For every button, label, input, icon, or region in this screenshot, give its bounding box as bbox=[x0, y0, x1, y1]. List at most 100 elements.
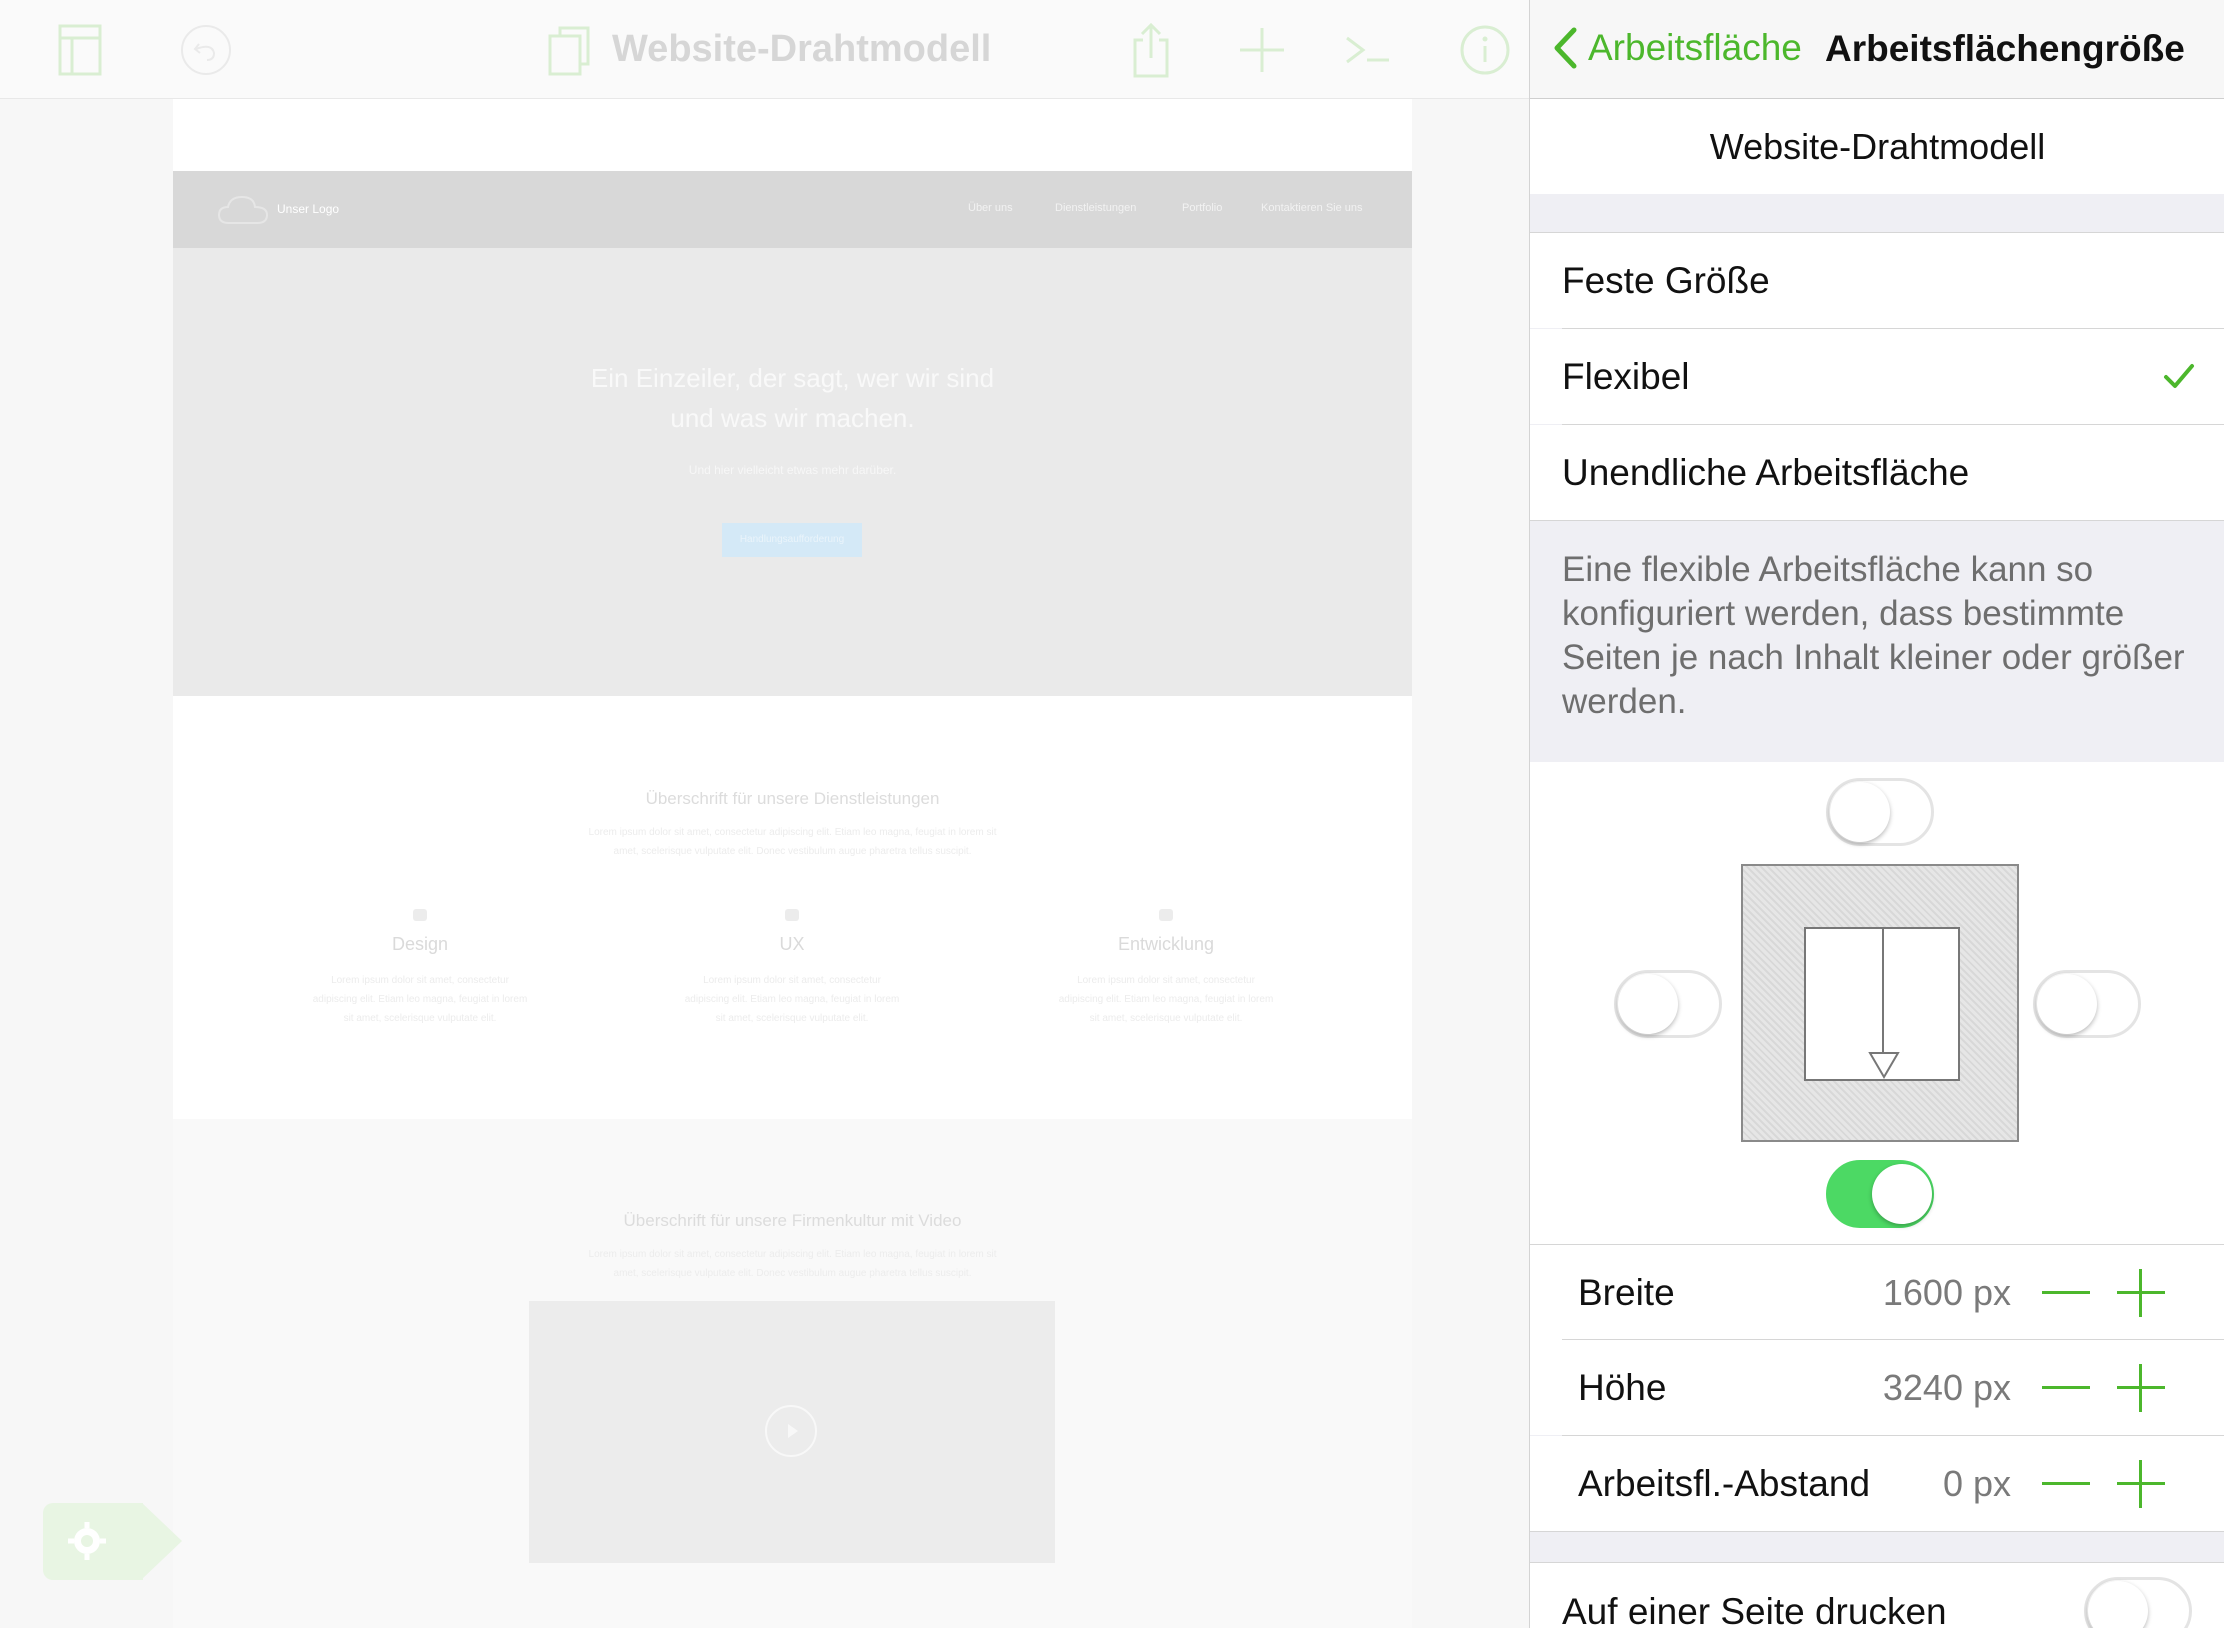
divider bbox=[1530, 1531, 2224, 1532]
checkmark-icon bbox=[2164, 364, 2194, 388]
grow-left-toggle[interactable] bbox=[1614, 970, 1722, 1038]
wireframe-column-text: Lorem ipsum dolor sit amet, consectetur … bbox=[642, 971, 942, 1028]
add-icon[interactable] bbox=[1234, 22, 1290, 78]
canvas-margin-row: Arbeitsfl.-Abstand 0 px bbox=[1530, 1436, 2224, 1531]
wireframe-canvas[interactable]: Unser Logo Über uns Dienstleistungen Por… bbox=[173, 99, 1412, 1628]
wireframe-cta-button[interactable]: Handlungsaufforderung bbox=[722, 523, 862, 557]
wireframe-services-heading: Überschrift für unsere Dienstleistungen bbox=[645, 789, 940, 808]
canvas-margin-label: Arbeitsfl.-Abstand bbox=[1578, 1463, 1871, 1504]
print-one-page-label: Auf einer Seite drucken bbox=[1562, 1591, 1947, 1628]
wireframe-nav-item: Dienstleistungen bbox=[1055, 202, 1137, 214]
lorem-line: Lorem ipsum dolor sit amet, consectetur bbox=[1077, 975, 1255, 986]
grid-icon bbox=[785, 909, 799, 921]
width-increment-button[interactable] bbox=[2117, 1269, 2165, 1317]
wireframe-services-text: Lorem ipsum dolor sit amet, consectetur … bbox=[173, 823, 1412, 861]
toggle-knob bbox=[1830, 782, 1890, 842]
lorem-line: sit amet, scelerisque vulputate elit. bbox=[1089, 1013, 1243, 1024]
growth-direction-controls bbox=[1530, 762, 2224, 1244]
flexible-description: Eine flexible Arbeitsfläche kann so konf… bbox=[1562, 550, 2185, 721]
info-icon[interactable] bbox=[1457, 22, 1513, 78]
lorem-line: amet, scelerisque vulputate elit. Donec … bbox=[613, 1268, 972, 1279]
grow-right-toggle[interactable] bbox=[2033, 970, 2141, 1038]
document-icon bbox=[546, 24, 596, 81]
wireframe-column-title: Entwicklung bbox=[1117, 934, 1215, 954]
editor-area: Website-Drahtmodell Unser Logo Über uns … bbox=[0, 0, 1529, 1628]
lorem-line: Lorem ipsum dolor sit amet, consectetur bbox=[703, 975, 881, 986]
lorem-line: amet, scelerisque vulputate elit. Donec … bbox=[613, 846, 972, 857]
lorem-line: sit amet, scelerisque vulputate elit. bbox=[715, 1013, 869, 1024]
height-increment-button[interactable] bbox=[2117, 1364, 2165, 1412]
wireframe-nav-item: Portfolio bbox=[1182, 202, 1223, 214]
back-button-label: Arbeitsfläche bbox=[1588, 27, 1802, 68]
back-button[interactable]: Arbeitsfläche bbox=[1552, 26, 1802, 70]
lorem-line: Lorem ipsum dolor sit amet, consectetur bbox=[331, 975, 509, 986]
option-infinite-canvas[interactable]: Unendliche Arbeitsfläche bbox=[1530, 425, 2224, 520]
inspector-tag-button[interactable] bbox=[43, 1503, 182, 1580]
undo-icon[interactable] bbox=[178, 22, 234, 78]
wireframe-hero-title: Ein Einzeiler, der sagt, wer wir sind un… bbox=[173, 358, 1412, 438]
palette-icon bbox=[413, 909, 427, 921]
wireframe-column-text: Lorem ipsum dolor sit amet, consectetur … bbox=[270, 971, 570, 1028]
option-fixed-size[interactable]: Feste Größe bbox=[1530, 233, 2224, 328]
canvas-margin-value[interactable]: 0 px bbox=[1943, 1436, 2011, 1531]
play-icon[interactable] bbox=[765, 1405, 817, 1457]
wireframe-nav-item: Kontaktieren Sie uns bbox=[1261, 202, 1363, 214]
toggle-knob bbox=[2037, 974, 2097, 1034]
cloud-logo-icon bbox=[217, 195, 269, 224]
gear-icon bbox=[68, 1522, 106, 1560]
option-label: Feste Größe bbox=[1562, 260, 1770, 301]
hero-title-line: Ein Einzeiler, der sagt, wer wir sind bbox=[590, 363, 995, 393]
height-decrement-button[interactable] bbox=[2042, 1386, 2090, 1389]
width-decrement-button[interactable] bbox=[2042, 1291, 2090, 1294]
arrow-head-icon bbox=[1868, 1052, 1900, 1079]
wireframe-nav-item: Über uns bbox=[968, 202, 1013, 214]
option-label: Flexibel bbox=[1562, 356, 1690, 397]
window-icon bbox=[1159, 909, 1173, 921]
lorem-line: sit amet, scelerisque vulputate elit. bbox=[343, 1013, 497, 1024]
height-value[interactable]: 3240 px bbox=[1883, 1340, 2011, 1435]
arrow-down-icon bbox=[1882, 929, 1884, 1055]
wireframe-video-placeholder[interactable] bbox=[529, 1301, 1055, 1563]
grow-top-toggle[interactable] bbox=[1826, 778, 1934, 846]
wireframe-hero-subtitle: Und hier vielleicht etwas mehr darüber. bbox=[688, 463, 897, 477]
wireframe-column-title: UX bbox=[779, 934, 805, 954]
canvas-margin-decrement-button[interactable] bbox=[2042, 1482, 2090, 1485]
lorem-line: adipiscing elit. Etiam leo magna, feugia… bbox=[312, 994, 528, 1005]
panel-title: Arbeitsflächengröße bbox=[1825, 28, 2185, 69]
wireframe-culture-text: Lorem ipsum dolor sit amet, consectetur … bbox=[173, 1245, 1412, 1283]
wireframe-logo-text: Unser Logo bbox=[277, 202, 340, 216]
canvas-margin-increment-button[interactable] bbox=[2117, 1460, 2165, 1508]
wireframe-hero[interactable]: Ein Einzeiler, der sagt, wer wir sind un… bbox=[173, 248, 1412, 696]
toggle-knob bbox=[1618, 974, 1678, 1034]
hero-title-line: und was wir machen. bbox=[670, 403, 915, 433]
option-flexible[interactable]: Flexibel bbox=[1530, 329, 2224, 424]
wireframe-culture-section[interactable]: Überschrift für unsere Firmenkultur mit … bbox=[173, 1119, 1412, 1628]
height-row: Höhe 3240 px bbox=[1530, 1340, 2224, 1435]
height-label: Höhe bbox=[1578, 1367, 1667, 1408]
lorem-line: adipiscing elit. Etiam leo magna, feugia… bbox=[1058, 994, 1274, 1005]
print-one-page-row: Auf einer Seite drucken bbox=[1530, 1563, 2224, 1628]
lorem-line: Lorem ipsum dolor sit amet, consectetur … bbox=[588, 1249, 997, 1260]
wireframe-column-text: Lorem ipsum dolor sit amet, consectetur … bbox=[1016, 971, 1316, 1028]
share-icon[interactable] bbox=[1123, 22, 1179, 78]
option-label: Unendliche Arbeitsfläche bbox=[1562, 452, 1970, 493]
document-name: Website-Drahtmodell bbox=[1530, 99, 2224, 194]
lorem-line: Lorem ipsum dolor sit amet, consectetur … bbox=[588, 827, 997, 838]
chevron-left-icon bbox=[1554, 27, 1577, 69]
panel-navigation-bar: Arbeitsfläche Arbeitsflächengröße bbox=[1530, 0, 2224, 99]
width-label: Breite bbox=[1578, 1272, 1675, 1313]
wireframe-column-title: Design bbox=[391, 934, 449, 954]
page-diagram bbox=[1804, 927, 1960, 1081]
wireframe-culture-heading: Überschrift für unsere Firmenkultur mit … bbox=[623, 1211, 962, 1230]
print-one-page-toggle[interactable] bbox=[2084, 1577, 2192, 1628]
width-value[interactable]: 1600 px bbox=[1883, 1245, 2011, 1340]
document-title[interactable]: Website-Drahtmodell bbox=[612, 28, 991, 71]
lorem-line: adipiscing elit. Etiam leo magna, feugia… bbox=[684, 994, 900, 1005]
toggle-knob bbox=[2088, 1581, 2148, 1628]
wireframe-header[interactable]: Unser Logo Über uns Dienstleistungen Por… bbox=[173, 171, 1412, 248]
sidebar-icon[interactable] bbox=[52, 22, 108, 78]
grow-bottom-toggle[interactable] bbox=[1826, 1160, 1934, 1228]
divider bbox=[1530, 232, 2224, 233]
terminal-icon[interactable] bbox=[1340, 22, 1396, 78]
toggle-knob bbox=[1872, 1164, 1932, 1224]
